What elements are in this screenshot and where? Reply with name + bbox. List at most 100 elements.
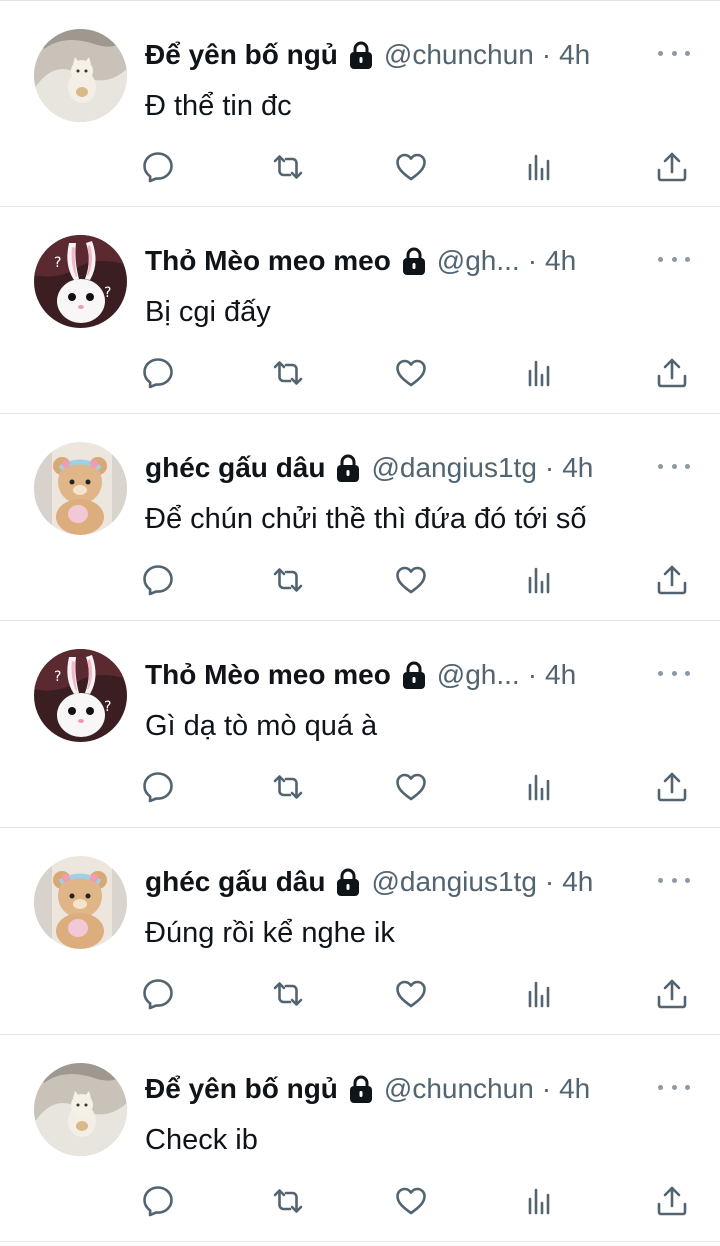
action-bar [0,1177,720,1225]
tweet[interactable]: ?? Thỏ Mèo meo meo @gh... · 4h Bị cgi đấ… [0,207,720,414]
tweet-text: Đúng rồi kể nghe ik [145,917,395,949]
bunny-avatar[interactable]: ?? [34,649,127,742]
action-bar [0,970,720,1018]
user-handle[interactable]: @chunchun [384,37,534,73]
views-icon[interactable] [515,763,563,811]
display-name[interactable]: ghéc gấu dâu [145,450,325,486]
share-icon[interactable] [648,349,696,397]
bunny-avatar[interactable]: ?? [34,235,127,328]
retweet-icon[interactable] [264,143,312,191]
lock-icon [348,40,374,70]
svg-text:?: ? [54,669,61,685]
tweet[interactable]: ghéc gấu dâu @dangius1tg · 4h Để chún ch… [0,414,720,621]
tweet-header: Thỏ Mèo meo meo @gh... · 4h [145,657,640,693]
more-icon[interactable] [658,247,690,271]
user-handle[interactable]: @dangius1tg [371,450,536,486]
separator-dot: · [544,866,555,897]
svg-text:?: ? [104,285,111,301]
display-name[interactable]: Thỏ Mèo meo meo [145,243,391,279]
separator-dot: · [527,245,538,276]
timestamp[interactable]: 4h [562,450,593,486]
retweet-icon[interactable] [264,763,312,811]
cat-plush-avatar[interactable] [34,29,127,122]
views-icon[interactable] [515,1177,563,1225]
tweet-header: Để yên bố ngủ @chunchun · 4h [145,37,640,73]
tweet-text: Đ thể tin đc [145,90,292,122]
tweet-text: Bị cgi đấy [145,296,271,328]
lock-icon [348,1074,374,1104]
action-bar [0,349,720,397]
timestamp[interactable]: 4h [559,1071,590,1107]
reply-icon[interactable] [134,970,182,1018]
heart-icon[interactable] [387,970,435,1018]
more-icon[interactable] [658,868,690,892]
reply-icon[interactable] [134,556,182,604]
share-icon[interactable] [648,763,696,811]
retweet-icon[interactable] [264,970,312,1018]
lock-icon [335,867,361,897]
tweet-header: ghéc gấu dâu @dangius1tg · 4h [145,450,640,486]
display-name[interactable]: ghéc gấu dâu [145,864,325,900]
timestamp[interactable]: 4h [562,864,593,900]
reply-icon[interactable] [134,143,182,191]
svg-text:?: ? [104,699,111,715]
action-bar [0,763,720,811]
tweet-header: Thỏ Mèo meo meo @gh... · 4h [145,243,640,279]
retweet-icon[interactable] [264,349,312,397]
tweet-header: Để yên bố ngủ @chunchun · 4h [145,1071,640,1107]
share-icon[interactable] [648,556,696,604]
more-icon[interactable] [658,1075,690,1099]
heart-icon[interactable] [387,763,435,811]
more-icon[interactable] [658,454,690,478]
reply-icon[interactable] [134,349,182,397]
share-icon[interactable] [648,970,696,1018]
lock-icon [401,246,427,276]
tweet-header: ghéc gấu dâu @dangius1tg · 4h [145,864,640,900]
separator-dot: · [541,1073,552,1104]
share-icon[interactable] [648,143,696,191]
display-name[interactable]: Để yên bố ngủ [145,37,338,73]
bear-plush-avatar[interactable] [34,856,127,949]
views-icon[interactable] [515,349,563,397]
heart-icon[interactable] [387,1177,435,1225]
user-handle[interactable]: @gh... [437,243,520,279]
heart-icon[interactable] [387,143,435,191]
user-handle[interactable]: @gh... [437,657,520,693]
tweet-text: Để chún chửi thề thì đứa đó tới số [145,503,587,535]
more-icon[interactable] [658,41,690,65]
heart-icon[interactable] [387,556,435,604]
cat-plush-avatar[interactable] [34,1063,127,1156]
user-handle[interactable]: @dangius1tg [371,864,536,900]
user-handle[interactable]: @chunchun [384,1071,534,1107]
tweet[interactable]: Để yên bố ngủ @chunchun · 4h Đ thể tin đ… [0,0,720,207]
tweet[interactable]: ghéc gấu dâu @dangius1tg · 4h Đúng rồi k… [0,828,720,1035]
separator-dot: · [527,659,538,690]
tweet-feed: Để yên bố ngủ @chunchun · 4h Đ thể tin đ… [0,0,720,1246]
tweet-text: Check ib [145,1124,258,1156]
retweet-icon[interactable] [264,1177,312,1225]
timestamp[interactable]: 4h [559,37,590,73]
separator-dot: · [541,39,552,70]
tweet-text: Gì dạ tò mò quá à [145,710,378,742]
tweet[interactable]: Để yên bố ngủ @chunchun · 4h Check ib [0,1035,720,1242]
svg-text:?: ? [54,255,61,271]
more-icon[interactable] [658,661,690,685]
display-name[interactable]: Để yên bố ngủ [145,1071,338,1107]
lock-icon [335,453,361,483]
action-bar [0,143,720,191]
retweet-icon[interactable] [264,556,312,604]
separator-dot: · [544,452,555,483]
views-icon[interactable] [515,556,563,604]
display-name[interactable]: Thỏ Mèo meo meo [145,657,391,693]
timestamp[interactable]: 4h [545,243,576,279]
timestamp[interactable]: 4h [545,657,576,693]
reply-icon[interactable] [134,763,182,811]
action-bar [0,556,720,604]
bear-plush-avatar[interactable] [34,442,127,535]
heart-icon[interactable] [387,349,435,397]
reply-icon[interactable] [134,1177,182,1225]
share-icon[interactable] [648,1177,696,1225]
views-icon[interactable] [515,970,563,1018]
tweet[interactable]: ?? Thỏ Mèo meo meo @gh... · 4h Gì dạ tò … [0,621,720,828]
views-icon[interactable] [515,143,563,191]
